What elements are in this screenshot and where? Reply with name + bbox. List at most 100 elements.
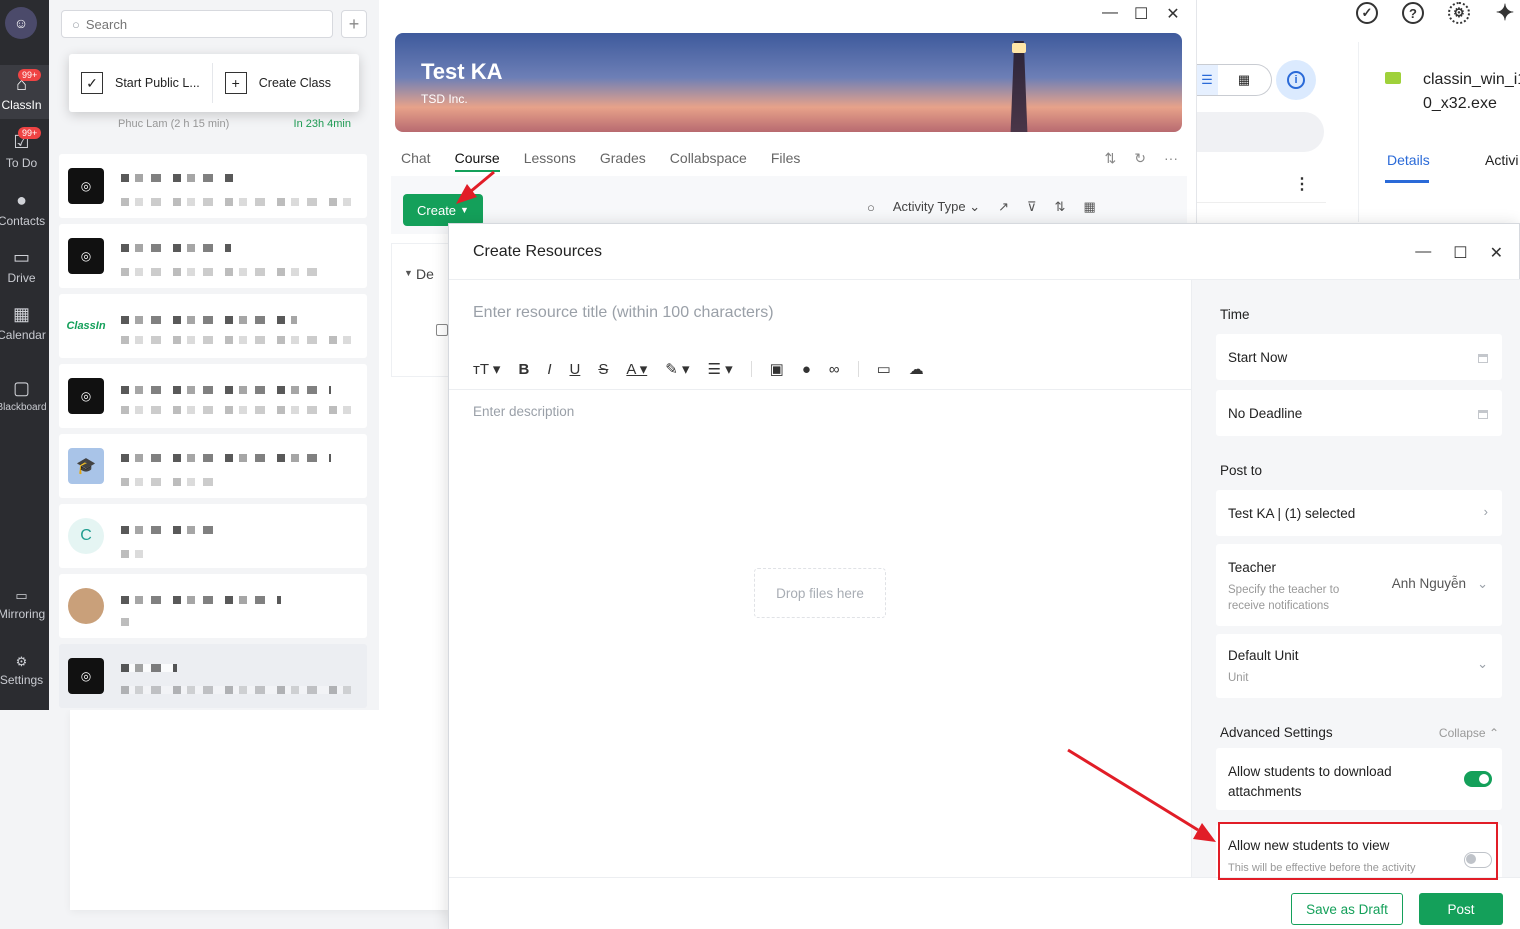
list-item[interactable] <box>59 574 367 638</box>
minimize-icon[interactable]: — <box>1415 243 1431 263</box>
blurred-preview <box>121 268 317 276</box>
grid-icon[interactable]: ▦ <box>1083 199 1095 215</box>
list-item[interactable]: ◎ <box>59 644 367 708</box>
task-check-icon[interactable]: ✓ <box>1356 2 1378 24</box>
create-button[interactable]: Create ▼ <box>403 194 483 226</box>
sidebar-item-settings[interactable]: ⚙ Settings <box>0 654 49 687</box>
strikethrough-icon[interactable]: S <box>598 361 608 378</box>
maximize-icon[interactable]: ☐ <box>1453 243 1467 263</box>
export-icon[interactable]: ↗ <box>998 199 1009 215</box>
divider <box>449 389 1191 390</box>
tab-details[interactable]: Details <box>1387 152 1430 168</box>
start-time-field[interactable]: Start Now <box>1216 334 1502 380</box>
save-draft-button[interactable]: Save as Draft <box>1291 893 1403 925</box>
tab-course[interactable]: Course <box>454 150 500 172</box>
user-avatar[interactable]: ☺ <box>5 7 37 39</box>
bold-icon[interactable]: B <box>518 361 529 378</box>
tab-lessons[interactable]: Lessons <box>524 150 576 172</box>
lighthouse-image <box>1010 41 1028 132</box>
calendar-icon <box>1478 354 1488 363</box>
allow-download-label: Allow students to download attachments <box>1228 764 1392 799</box>
refresh-icon[interactable]: ↻ <box>1134 150 1146 167</box>
more-options-icon[interactable]: ⋮ <box>1294 174 1310 194</box>
italic-icon[interactable]: I <box>547 361 551 378</box>
search-box[interactable]: ○ <box>61 10 333 38</box>
create-class-item[interactable]: + Create Class <box>213 54 343 112</box>
list-item[interactable]: C <box>59 504 367 568</box>
collapse-button[interactable]: Collapse ⌃ <box>1439 726 1499 740</box>
filter-icon[interactable]: ⊽ <box>1027 199 1037 215</box>
blurred-preview <box>121 198 351 206</box>
list-item[interactable]: ClassIn <box>59 294 367 358</box>
course-title: Test KA <box>421 59 503 84</box>
post-to-label: Post to <box>1220 463 1263 478</box>
sidebar-item-classin[interactable]: ⌂ 99+ ClassIn <box>0 69 49 112</box>
tab-activity[interactable]: Activi <box>1485 152 1518 168</box>
minimize-icon[interactable]: — <box>1102 4 1118 24</box>
drop-files-zone[interactable]: Drop files here <box>754 568 886 618</box>
close-icon[interactable]: ✕ <box>1490 243 1503 263</box>
resource-title-input[interactable] <box>473 304 1173 322</box>
sidebar-item-contacts[interactable]: ● Contacts <box>0 190 49 228</box>
sidebar-item-label: Contacts <box>0 214 46 228</box>
deadline-field[interactable]: No Deadline <box>1216 390 1502 436</box>
add-button[interactable]: + <box>341 10 367 38</box>
list-icon[interactable]: ☰ ▾ <box>707 360 732 378</box>
cloud-icon[interactable]: ☁ <box>909 360 924 378</box>
activity-type-filter[interactable]: Activity Type ⌄ <box>893 199 980 215</box>
tab-chat[interactable]: Chat <box>401 150 431 172</box>
tab-grades[interactable]: Grades <box>600 150 646 172</box>
highlight-icon[interactable]: ✎ ▾ <box>665 360 689 378</box>
more-icon[interactable]: ··· <box>1164 150 1178 167</box>
list-item[interactable]: ◎ <box>59 364 367 428</box>
image-icon[interactable]: ▣ <box>770 360 784 378</box>
sidebar-item-calendar[interactable]: ▦ Calendar <box>0 304 49 342</box>
allow-download-toggle[interactable] <box>1464 771 1492 787</box>
search-icon[interactable]: ○ <box>867 200 875 215</box>
font-size-icon[interactable]: тT ▾ <box>473 360 500 378</box>
sidebar-item-mirroring[interactable]: ▭ Mirroring <box>0 588 49 621</box>
grid-view-icon[interactable]: ▦ <box>1218 65 1270 95</box>
tab-files[interactable]: Files <box>771 150 801 172</box>
list-item[interactable]: ◎ <box>59 154 367 218</box>
right-search-bar[interactable] <box>1196 112 1324 152</box>
sort-icon[interactable]: ⇅ <box>1055 199 1066 215</box>
list-item[interactable]: Phuc Lam (2 h 15 min) In 23h 4min <box>61 112 367 138</box>
maximize-icon[interactable]: ☐ <box>1134 4 1148 24</box>
sidebar-item-drive[interactable]: ▭ Drive <box>0 247 49 285</box>
post-to-field[interactable]: Test KA | (1) selected › <box>1216 490 1502 536</box>
blurred-preview <box>121 618 129 626</box>
help-icon[interactable]: ? <box>1402 2 1424 24</box>
link-icon[interactable]: ∞ <box>829 361 840 378</box>
divider <box>857 361 859 377</box>
close-icon[interactable]: ✕ <box>1166 4 1180 24</box>
sparkle-icon[interactable]: ✦ <box>1494 0 1516 25</box>
folder-icon[interactable]: ▭ <box>877 360 891 378</box>
description-textarea[interactable] <box>473 404 1173 704</box>
sidebar-item-blackboard[interactable]: ▢ Blackboard <box>0 378 49 413</box>
list-item[interactable]: 🎓 <box>59 434 367 498</box>
dialog-controls: — ☐ ✕ <box>1415 243 1503 263</box>
text-color-icon[interactable]: A ▾ <box>626 360 647 378</box>
sidebar-item-todo[interactable]: ☑ 99+ To Do <box>0 127 49 170</box>
sidebar-item-label: ClassIn <box>1 98 42 112</box>
microphone-icon[interactable]: ● <box>802 361 811 378</box>
start-public-lesson-item[interactable]: ✓ Start Public L... <box>69 54 212 112</box>
info-button[interactable]: i <box>1276 60 1316 100</box>
underline-icon[interactable]: U <box>569 361 580 378</box>
list-view-icon[interactable]: ☰ <box>1196 65 1218 95</box>
caret-icon[interactable]: ▼ <box>404 268 413 278</box>
unit-field[interactable]: Default Unit Unit ⌄ <box>1216 634 1502 698</box>
person-icon: ● <box>16 190 27 210</box>
teacher-hint: Specify the teacher to receive notificat… <box>1228 584 1340 612</box>
start-time-value: Start Now <box>1228 350 1288 365</box>
tab-collabspace[interactable]: Collabspace <box>670 150 747 172</box>
avatar: ◎ <box>68 238 104 274</box>
post-button[interactable]: Post <box>1419 893 1503 925</box>
drive-icon: ▭ <box>12 247 30 267</box>
search-input[interactable] <box>85 16 306 32</box>
swap-icon[interactable]: ⇅ <box>1105 150 1117 167</box>
list-item[interactable]: ◎ <box>59 224 367 288</box>
teacher-field[interactable]: Teacher Specify the teacher to receive n… <box>1216 544 1502 626</box>
gear-icon[interactable]: ⚙ <box>1448 2 1470 24</box>
